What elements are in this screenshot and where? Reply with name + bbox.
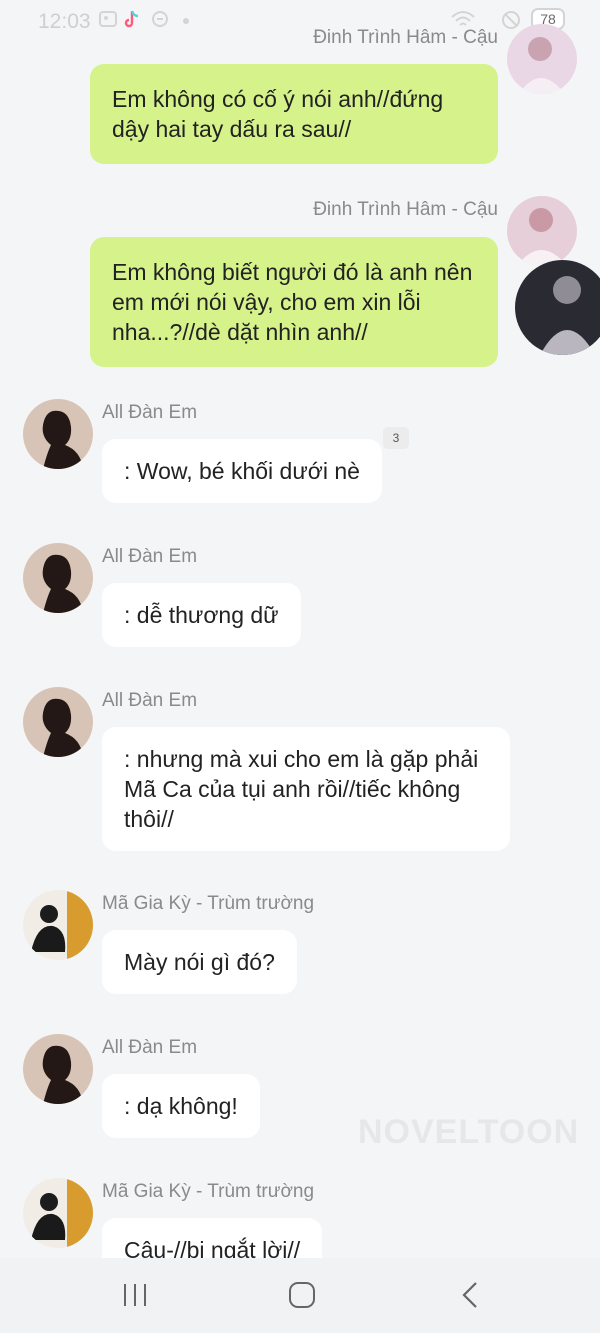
avatar[interactable] xyxy=(507,196,577,266)
silhouette-avatar xyxy=(23,399,93,469)
avatar-image xyxy=(507,196,577,266)
sender-name: Mã Gia Kỳ - Trùm trường xyxy=(102,893,315,914)
avatar[interactable] xyxy=(23,399,93,469)
chat-feed[interactable]: Đinh Trình Hâm - Cậu Em không có cố ý nó… xyxy=(0,0,600,1258)
reply-count-badge[interactable]: 3 xyxy=(383,427,409,449)
avatar[interactable] xyxy=(23,1178,93,1248)
silhouette-avatar xyxy=(23,543,93,613)
sticker-image xyxy=(515,260,600,355)
back-icon[interactable] xyxy=(456,1280,486,1310)
message-bubble: : nhưng mà xui cho em là gặp phải Mã Ca … xyxy=(102,727,510,851)
avatar[interactable] xyxy=(23,890,93,960)
sender-name: Mã Gia Kỳ - Trùm trường xyxy=(102,1181,315,1202)
watermark: NOVELTOON xyxy=(358,1113,580,1151)
home-icon[interactable] xyxy=(287,1280,317,1310)
message-bubble: Em không biết người đó là anh nên em mới… xyxy=(90,237,498,367)
avatar[interactable] xyxy=(23,543,93,613)
photo-avatar xyxy=(23,1178,93,1248)
avatar-image xyxy=(507,24,577,94)
message-bubble: Cậu-//bị ngắt lời// xyxy=(102,1218,323,1258)
silhouette-avatar xyxy=(23,687,93,757)
photo-avatar xyxy=(23,890,93,960)
avatar[interactable] xyxy=(507,24,577,94)
message-bubble: : dạ không! xyxy=(102,1074,260,1138)
sender-name: All Đàn Em xyxy=(102,690,198,711)
silhouette-avatar xyxy=(23,1034,93,1104)
message-bubble: Mày nói gì đó? xyxy=(102,930,297,994)
sender-name: Đinh Trình Hâm - Cậu xyxy=(313,199,498,220)
message-bubble: : dễ thương dữ xyxy=(102,583,301,647)
message-bubble: Em không có cố ý nói anh//đứng dậy hai t… xyxy=(90,64,498,164)
recent-apps-icon[interactable] xyxy=(120,1280,150,1310)
sender-name: Đinh Trình Hâm - Cậu xyxy=(313,27,498,48)
floating-sticker[interactable] xyxy=(515,260,600,355)
message-bubble: : Wow, bé khối dưới nè xyxy=(102,439,382,503)
sender-name: All Đàn Em xyxy=(102,402,198,423)
sender-name: All Đàn Em xyxy=(102,546,198,567)
avatar[interactable] xyxy=(23,1034,93,1104)
avatar[interactable] xyxy=(23,687,93,757)
sender-name: All Đàn Em xyxy=(102,1037,198,1058)
navigation-bar xyxy=(0,1258,600,1333)
